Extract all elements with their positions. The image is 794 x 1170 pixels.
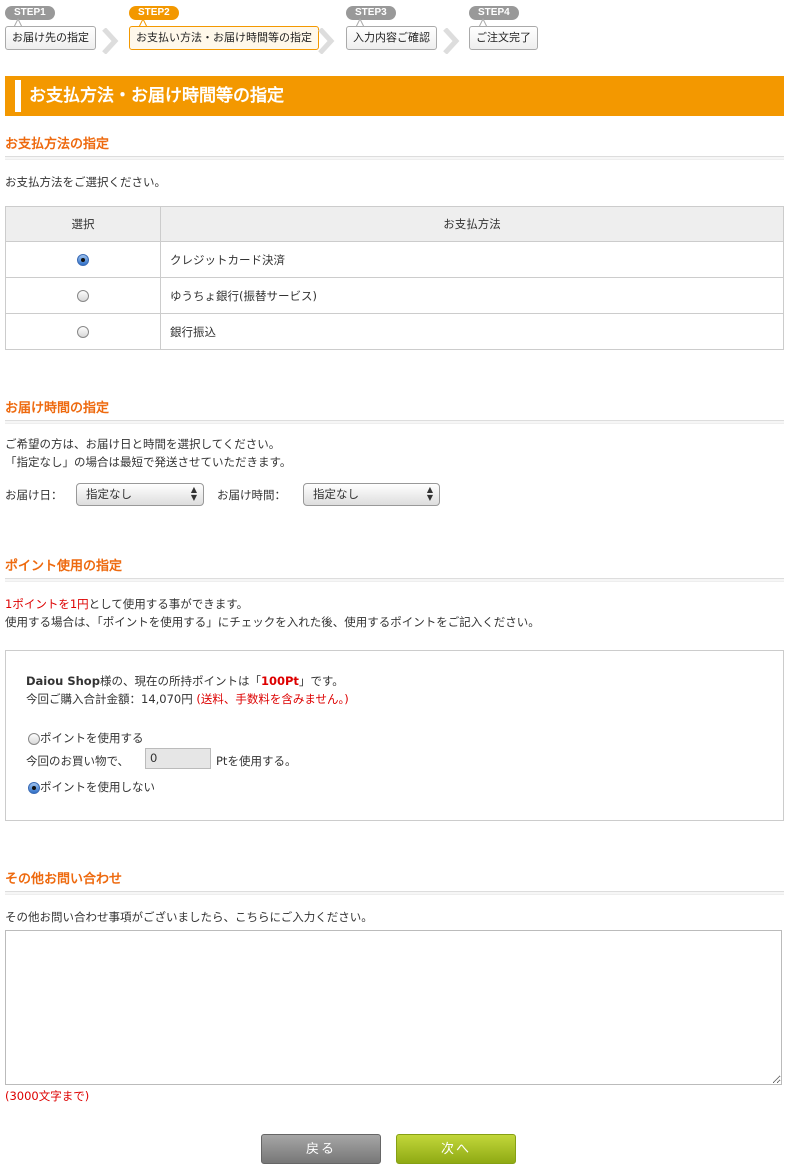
inquiry-description: その他お問い合わせ事項がございましたら、こちらにご入力ください。 [5,910,373,924]
radio-cell[interactable] [5,241,161,278]
purchase-total-line: 今回ご購入合計金額：14,070円 (送料、手数料を含みません。) [26,691,349,707]
table-header-row: 選択 お支払方法 [5,206,784,242]
step-2: STEP2 [129,4,179,20]
checkout-steps: STEP1 お届け先の指定 STEP2 お支払い方法・お届け時間等の指定 STE… [0,0,794,60]
inquiry-textarea[interactable] [5,930,782,1085]
step-2-tag: STEP2 [129,6,179,20]
use-points-option[interactable]: ポイントを使用する [28,730,144,746]
select-arrows-icon: ▲ ▼ [426,485,433,502]
points-rate-text: 1ポイントを1円 [5,597,89,611]
step-arrow-icon [318,28,335,54]
step-3-box: 入力内容ご確認 [346,26,437,50]
no-points-label[interactable]: ポイントを使用しない [40,780,155,794]
step-arrow-icon [102,28,119,54]
payment-radio-yucho[interactable] [77,290,89,302]
radio-cell[interactable] [5,313,161,350]
inquiry-character-limit: (3000文字まで) [5,1089,90,1103]
step-4-tag: STEP4 [469,6,519,20]
step-3: STEP3 [346,4,396,20]
delivery-time-label: お届け時間： [217,488,286,502]
payment-radio-bank-transfer[interactable] [77,326,89,338]
step-4-box: ご注文完了 [469,26,538,50]
use-points-radio[interactable] [28,732,40,745]
owned-points-prefix: 様の、現在の所持ポイントは「 [99,674,261,688]
delivery-section-title: お届け時間の指定 [5,401,110,416]
page-heading: お支払方法・お届け時間等の指定 [5,76,784,116]
back-button[interactable]: 戻る [261,1134,381,1164]
no-points-option[interactable]: ポイントを使用しない [28,779,155,795]
delivery-description-2: 「指定なし」の場合は最短で発送させていただきます。 [5,455,292,469]
table-row[interactable]: クレジットカード決済 [5,241,784,278]
points-section-title: ポイント使用の指定 [5,559,123,574]
column-header-select: 選択 [5,206,161,242]
delivery-date-value: 指定なし [86,487,132,501]
delivery-time-select[interactable]: 指定なし ▲ ▼ [303,483,440,506]
step-1-box: お届け先の指定 [5,26,96,50]
page-title: お支払方法・お届け時間等の指定 [29,86,284,106]
owned-points-suffix: 」です。 [298,674,344,688]
purchase-total-note: (送料、手数料を含みません。) [196,692,349,706]
delivery-description-1: ご希望の方は、お届け日と時間を選択してください。 [5,437,281,451]
payment-radio-credit-card[interactable] [77,254,89,266]
no-points-radio[interactable] [28,781,40,794]
points-box: Daiou Shop様の、現在の所持ポイントは「100Pt」です。 今回ご購入合… [5,650,784,821]
points-rate-rest: として使用する事ができます。 [88,597,249,611]
step-2-box: お支払い方法・お届け時間等の指定 [129,26,319,50]
select-arrows-icon: ▲ ▼ [190,485,197,502]
use-points-suffix: Ptを使用する。 [216,754,297,768]
delivery-date-select[interactable]: 指定なし ▲ ▼ [76,483,204,506]
section-divider [5,891,784,895]
use-points-prefix: 今回のお買い物で、 [26,754,130,768]
inquiry-section-title: その他お問い合わせ [5,872,123,887]
points-description-2: 使用する場合は、「ポイントを使用する」にチェックを入れた後、使用するポイントをご… [5,615,540,629]
payment-method-table: 選択 お支払方法 クレジットカード決済 ゆうちょ銀行(振替サービス) 銀行振込 [5,206,784,350]
step-4: STEP4 [469,4,519,20]
owned-points-line: Daiou Shop様の、現在の所持ポイントは「100Pt」です。 [26,673,344,689]
owned-points-value: 100Pt [260,674,299,688]
table-row[interactable]: ゆうちょ銀行(振替サービス) [5,277,784,314]
use-points-label[interactable]: ポイントを使用する [40,731,144,745]
points-description-1: 1ポイントを1円として使用する事ができます。 [5,596,248,612]
column-header-method: お支払方法 [160,206,784,242]
purchase-total: 今回ご購入合計金額：14,070円 [26,692,193,706]
payment-section-title: お支払方法の指定 [5,137,110,152]
payment-method-name: 銀行振込 [160,313,784,350]
section-divider [5,578,784,582]
step-arrow-icon [443,28,460,54]
radio-cell[interactable] [5,277,161,314]
payment-description: お支払方法をご選択ください。 [5,175,166,189]
user-name: Daiou Shop [26,674,100,688]
payment-method-name: クレジットカード決済 [160,241,784,278]
table-row[interactable]: 銀行振込 [5,313,784,350]
delivery-time-value: 指定なし [313,487,359,501]
delivery-date-label: お届け日： [5,488,63,502]
step-3-tag: STEP3 [346,6,396,20]
points-amount-input[interactable]: 0 [145,748,211,769]
section-divider [5,156,784,160]
heading-accent-bar [15,80,21,112]
section-divider [5,420,784,424]
payment-method-name: ゆうちょ銀行(振替サービス) [160,277,784,314]
next-button[interactable]: 次へ [396,1134,516,1164]
